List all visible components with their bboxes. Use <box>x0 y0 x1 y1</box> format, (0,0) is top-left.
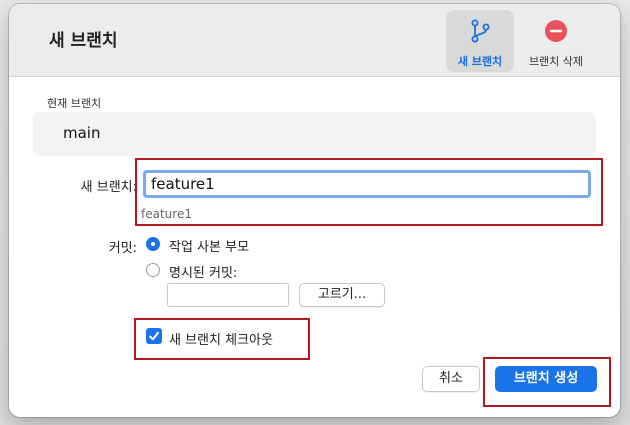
new-branch-name-hint: feature1 <box>141 207 192 221</box>
radio-working-copy-parent-label: 작업 사본 부모 <box>169 240 250 255</box>
branch-icon <box>471 19 490 43</box>
specified-commit-input[interactable] <box>167 283 289 307</box>
toolbar-delete-branch-button[interactable]: 브랜치 삭제 <box>522 10 590 72</box>
new-branch-dialog: 새 브랜치 새 브랜치 브랜치 삭제 현재 브랜치 main 새 브랜치: fe… <box>9 4 620 417</box>
create-branch-button[interactable]: 브랜치 생성 <box>495 366 597 392</box>
checkout-checkbox[interactable] <box>146 328 162 344</box>
commit-label: 커밋: <box>108 241 137 256</box>
cancel-button[interactable]: 취소 <box>422 366 480 392</box>
current-branch-box: main <box>33 112 596 156</box>
toolbar-new-branch-label: 새 브랜치 <box>457 55 503 68</box>
new-branch-name-input[interactable] <box>143 170 591 198</box>
checkmark-icon <box>149 331 159 341</box>
toolbar-delete-branch-label: 브랜치 삭제 <box>528 55 584 68</box>
radio-specified-commit[interactable] <box>146 263 160 277</box>
dialog-title: 새 브랜치 <box>49 31 118 51</box>
current-branch-label: 현재 브랜치 <box>47 97 102 110</box>
toolbar-new-branch-button[interactable]: 새 브랜치 <box>446 10 514 72</box>
radio-working-copy-parent[interactable] <box>146 237 160 251</box>
checkout-checkbox-label: 새 브랜치 체크아웃 <box>169 333 273 348</box>
choose-commit-button[interactable]: 고르기... <box>299 283 385 307</box>
dialog-toolbar: 새 브랜치 새 브랜치 브랜치 삭제 <box>9 4 620 77</box>
radio-specified-commit-label: 명시된 커밋: <box>169 266 238 281</box>
current-branch-value: main <box>63 124 101 142</box>
new-branch-label: 새 브랜치: <box>80 180 137 195</box>
minus-circle-icon <box>545 20 567 42</box>
